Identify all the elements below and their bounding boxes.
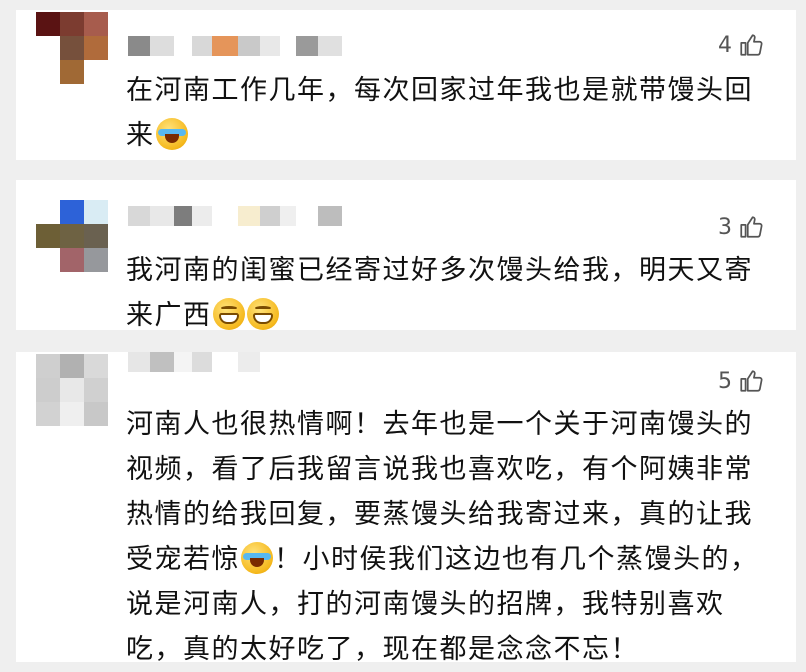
avatar-mosaic-cell [84, 200, 108, 224]
avatar-mosaic-cell [84, 354, 108, 378]
avatar-mosaic-cell [36, 378, 60, 402]
avatar-mosaic-cell [84, 378, 108, 402]
username-mosaic-cell [212, 36, 238, 56]
username[interactable] [128, 352, 260, 374]
thumbs-up-icon [740, 370, 763, 392]
username-mosaic-cell [238, 352, 260, 372]
avatar[interactable] [36, 12, 108, 84]
avatar-mosaic-cell [84, 60, 108, 84]
comment-card-1: 4 在河南工作几年，每次回家过年我也是就带馒头回来 [16, 10, 796, 160]
avatar-mosaic-cell [60, 402, 84, 426]
comment-card-2: 3 我河南的闺蜜已经寄过好多次馒头给我，明天又寄来广西 [16, 180, 796, 331]
thumbs-up-icon [740, 216, 763, 238]
avatar-mosaic-cell [60, 12, 84, 36]
avatar-mosaic-cell [36, 354, 60, 378]
avatar-mosaic-cell [84, 224, 108, 248]
username-mosaic-cell [260, 36, 280, 56]
username-mosaic-cell [128, 36, 150, 56]
avatar-mosaic-cell [60, 200, 84, 224]
username-mosaic-cell [150, 206, 174, 226]
comment-body: 在河南工作几年，每次回家过年我也是就带馒头回来 [126, 75, 753, 151]
username-mosaic-cell [192, 206, 212, 226]
avatar-mosaic-cell [84, 248, 108, 272]
username-mosaic-cell [192, 352, 212, 372]
like-button[interactable]: 3 [718, 214, 764, 240]
username-mosaic-cell [280, 36, 296, 56]
avatar-mosaic-cell [60, 354, 84, 378]
username-mosaic-cell [296, 206, 318, 226]
avatar-mosaic-cell [36, 36, 60, 60]
username-mosaic-cell [260, 206, 280, 226]
username-mosaic-cell [238, 36, 260, 56]
avatar-mosaic-cell [60, 378, 84, 402]
username-mosaic-cell [212, 352, 238, 372]
username-mosaic-cell [296, 36, 318, 56]
username-mosaic-cell [280, 206, 296, 226]
username-mosaic-cell [174, 206, 192, 226]
avatar-mosaic-cell [36, 200, 60, 224]
avatar-mosaic-cell [84, 402, 108, 426]
avatar-mosaic-cell [36, 248, 60, 272]
avatar-mosaic-cell [60, 36, 84, 60]
thumbs-up-icon [740, 34, 763, 56]
comment-text: 我河南的闺蜜已经寄过好多次馒头给我，明天又寄来广西 [126, 248, 774, 338]
comment-text: 河南人也很热情啊！去年也是一个关于河南馒头的视频，看了后我留言说我也喜欢吃，有个… [126, 402, 774, 672]
username[interactable] [128, 206, 342, 228]
username-mosaic-cell [174, 36, 192, 56]
like-button[interactable]: 5 [718, 368, 764, 394]
username-mosaic-cell [192, 36, 212, 56]
avatar[interactable] [36, 200, 108, 272]
avatar[interactable] [36, 354, 108, 426]
like-button[interactable]: 4 [718, 32, 764, 58]
avatar-mosaic-cell [84, 36, 108, 60]
username-mosaic-cell [212, 206, 238, 226]
avatar-mosaic-cell [36, 60, 60, 84]
username-mosaic-cell [318, 206, 342, 226]
comment-card-3: 5 河南人也很热情啊！去年也是一个关于河南馒头的视频，看了后我留言说我也喜欢吃，… [16, 352, 796, 665]
avatar-mosaic-cell [36, 12, 60, 36]
avatar-mosaic-cell [60, 60, 84, 84]
avatar-mosaic-cell [36, 224, 60, 248]
crying-laughing-emoji-icon [241, 542, 273, 574]
like-count: 5 [718, 368, 732, 394]
username-mosaic-cell [318, 36, 342, 56]
username-mosaic-cell [238, 206, 260, 226]
grinning-emoji-icon [212, 298, 245, 330]
crying-laughing-emoji-icon [155, 118, 188, 150]
like-count: 4 [718, 32, 732, 58]
avatar-mosaic-cell [84, 12, 108, 36]
grinning-emoji-icon [246, 298, 279, 330]
like-count: 3 [718, 214, 732, 240]
username-mosaic-cell [150, 352, 174, 372]
username-mosaic-cell [128, 352, 150, 372]
comment-text: 在河南工作几年，每次回家过年我也是就带馒头回来 [126, 68, 774, 158]
avatar-mosaic-cell [60, 248, 84, 272]
username-mosaic-cell [174, 352, 192, 372]
username-mosaic-cell [150, 36, 174, 56]
avatar-mosaic-cell [60, 224, 84, 248]
avatar-mosaic-cell [36, 402, 60, 426]
username[interactable] [128, 36, 342, 58]
username-mosaic-cell [128, 206, 150, 226]
